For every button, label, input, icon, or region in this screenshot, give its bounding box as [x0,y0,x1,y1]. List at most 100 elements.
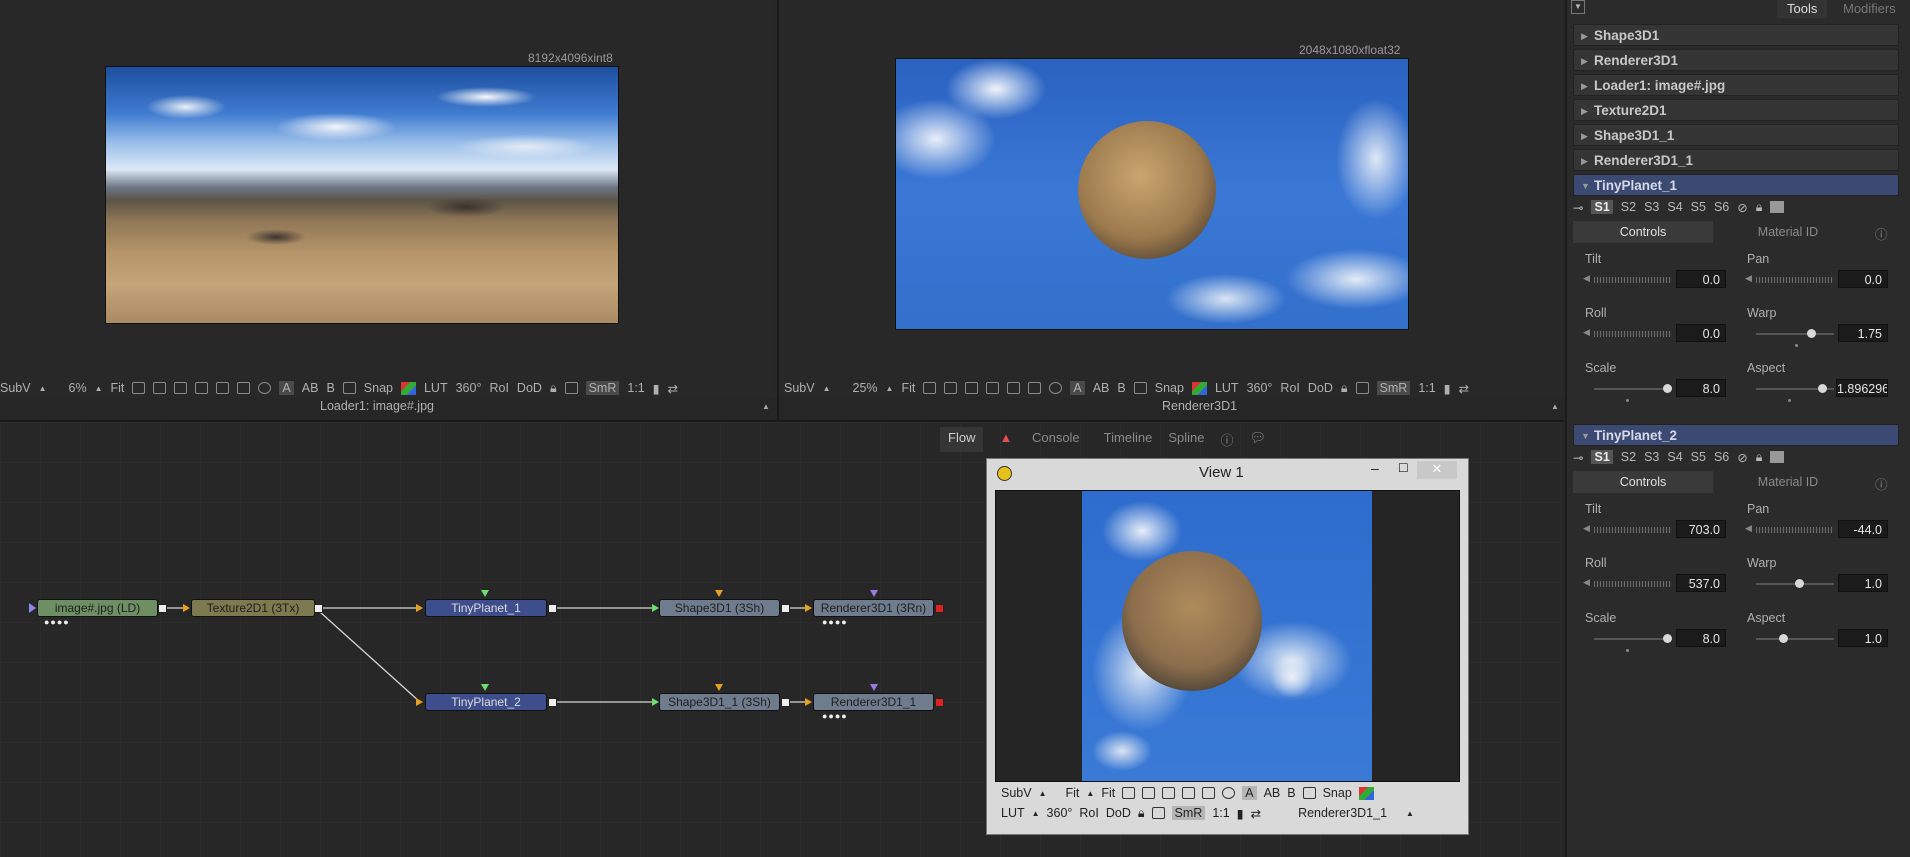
pen-tool-icon[interactable] [1182,787,1196,799]
subv-button[interactable]: SubV [0,381,31,395]
info-icon[interactable]: ⓘ [1875,224,1888,243]
tiny2-output-port[interactable] [548,698,557,707]
decrement-icon[interactable]: ◀ [1583,523,1590,534]
tilt-thumbwheel[interactable] [1594,527,1672,533]
warp-value[interactable]: 1.0 [1838,574,1888,592]
grid-tool-icon[interactable] [153,382,167,394]
slot-s5[interactable]: S5 [1691,450,1706,464]
comment-icon[interactable]: 💬︎ [1241,427,1274,452]
tilt-value[interactable]: 0.0 [1676,270,1726,288]
tool-strip-shape3d1[interactable]: ▶ Shape3D1 [1573,24,1899,46]
disable-icon[interactable]: ⊘ [1737,200,1747,215]
one-to-one-button[interactable]: 1:1 [627,381,644,395]
shape1-output-port[interactable] [781,604,790,613]
tool2-tilt-control[interactable]: Tilt ◀▶ 703.0 [1577,498,1732,550]
checker-icon[interactable] [1151,807,1165,819]
warp-value[interactable]: 1.75 [1838,324,1888,342]
ab-icon[interactable]: AB [1264,786,1281,800]
tool1-warp-control[interactable]: Warp 1.75 [1739,302,1894,354]
minimize-icon[interactable]: – [1371,460,1379,476]
warp-slider-knob[interactable] [1795,579,1804,588]
tab-timeline[interactable]: Timeline [1096,427,1161,452]
tool1-pan-control[interactable]: Pan ◀▶ 0.0 [1739,248,1894,300]
dod-button[interactable]: DoD [517,381,542,395]
scale-slider[interactable] [1594,638,1672,640]
decrement-icon[interactable]: ◀ [1583,577,1590,588]
pan-value[interactable]: 0.0 [1838,270,1888,288]
buffer-b-button[interactable]: B [326,381,334,395]
swap-icon[interactable]: ⇄ [1251,806,1261,821]
lock-icon[interactable]: 🔒︎ [550,381,557,396]
fit-dropdown[interactable]: Fit [1066,786,1080,800]
tilt-value[interactable]: 703.0 [1676,520,1726,538]
color-channel-icon[interactable] [1191,381,1207,395]
tool-strip-tinyplanet-1[interactable]: ▼ TinyPlanet_1 [1573,174,1899,196]
tool2-scale-control[interactable]: Scale 8.0 [1577,607,1732,659]
tool2-aspect-control[interactable]: Aspect 1.0 [1739,607,1894,659]
buffer-b-button[interactable]: B [1117,381,1125,395]
checker-icon[interactable] [564,382,578,394]
dod-button[interactable]: DoD [1106,806,1131,820]
render2-output-port[interactable] [935,698,944,707]
spline-tool-icon[interactable] [1122,787,1136,799]
decrement-icon[interactable]: ◀ [1745,273,1752,284]
roll-value[interactable]: 0.0 [1676,324,1726,342]
grid-tool-icon[interactable] [944,382,958,394]
mesh-tool-icon[interactable] [965,382,979,394]
dod-button[interactable]: DoD [1308,381,1333,395]
slot-s4[interactable]: S4 [1667,200,1682,214]
slot-s3[interactable]: S3 [1644,200,1659,214]
slot-s1[interactable]: S1 [1591,450,1613,464]
tool-strip-renderer3d1[interactable]: ▶ Renderer3D1 [1573,49,1899,71]
lock-icon[interactable]: 🔒︎ [1756,200,1763,215]
grid-tool-icon[interactable] [1142,787,1156,799]
tab-tools[interactable]: Tools [1777,0,1828,18]
tool1-aspect-control[interactable]: Aspect 1.896296 [1739,357,1894,409]
roi-button[interactable]: RoI [489,381,508,395]
node-renderer3d1-1[interactable]: Renderer3D1_1 [813,693,934,711]
scale-slider-knob[interactable] [1663,634,1672,643]
tab-spline[interactable]: Spline [1160,427,1212,452]
slot-s3[interactable]: S3 [1644,450,1659,464]
tool1-tilt-control[interactable]: Tilt ◀▶ 0.0 [1577,248,1732,300]
info-icon[interactable]: ⓘ [1875,474,1888,493]
pan-value[interactable]: -44.0 [1838,520,1888,538]
color-swatch-icon[interactable] [1770,201,1785,213]
swap-icon[interactable]: ⇄ [1459,381,1469,396]
shape2-output-port[interactable] [781,698,790,707]
tab-material-id[interactable]: Material ID [1713,471,1863,493]
pen-tool-icon[interactable] [216,382,230,394]
circle-tool-icon[interactable] [1222,787,1236,799]
lut-button[interactable]: LUT [1001,806,1025,820]
buffer-a-button[interactable]: A [1070,381,1085,395]
node-shape3d1[interactable]: Shape3D1 (3Sh) [659,599,780,617]
mesh-tool-icon[interactable] [174,382,188,394]
spline-tool-icon[interactable] [132,382,146,394]
lut-button[interactable]: LUT [424,381,448,395]
spline-tool-icon[interactable] [923,382,937,394]
color-channel-icon[interactable] [400,381,416,395]
lut-button[interactable]: LUT [1215,381,1239,395]
right-viewer-expand-icon[interactable]: ▲ [1551,402,1559,411]
slot-s4[interactable]: S4 [1667,450,1682,464]
view-window[interactable]: View 1 – ☐ ✕ SubV ▲ Fit ▲ Fit A AB B Sna… [986,458,1469,835]
snap-button[interactable]: Snap [1155,381,1184,395]
lock-viewer-icon[interactable] [1133,382,1147,394]
scale-value[interactable]: 8.0 [1676,629,1726,647]
snap-button[interactable]: Snap [364,381,393,395]
slot-s2[interactable]: S2 [1621,450,1636,464]
slot-s6[interactable]: S6 [1714,450,1729,464]
subv-button[interactable]: SubV [784,381,815,395]
roi-button[interactable]: RoI [1280,381,1299,395]
aspect-value[interactable]: 1.0 [1838,629,1888,647]
checker-icon[interactable] [1355,382,1369,394]
pan-thumbwheel[interactable] [1756,277,1834,283]
disable-icon[interactable]: ⊘ [1737,450,1747,465]
lock-icon[interactable]: 🔒︎ [1756,450,1763,465]
decrement-icon[interactable]: ◀ [1745,523,1752,534]
aspect-value[interactable]: 1.896296 [1836,379,1888,397]
circle-tool-icon[interactable] [258,382,272,394]
subv-button[interactable]: SubV [1001,786,1032,800]
fit-button[interactable]: Fit [901,381,915,395]
picker-tool-icon[interactable] [195,382,209,394]
